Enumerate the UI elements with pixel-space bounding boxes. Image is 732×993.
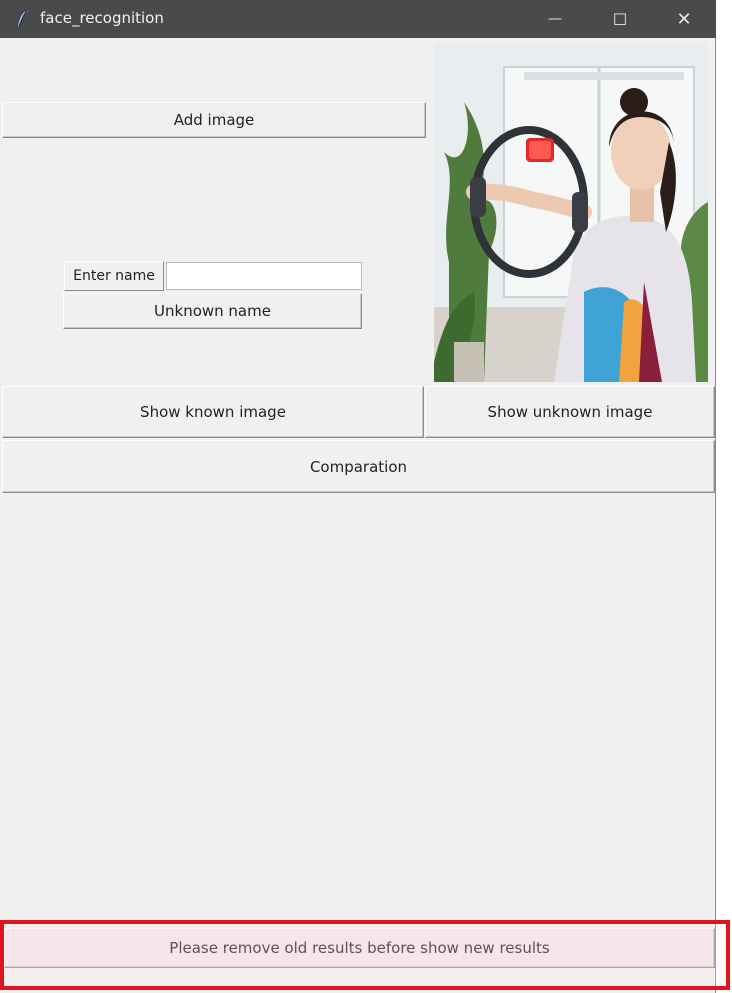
app-window: face_recognition — ☐ ✕ Add image Enter n… — [0, 0, 716, 993]
title-bar[interactable]: face_recognition — ☐ ✕ — [0, 0, 716, 38]
maximize-button[interactable]: ☐ — [597, 0, 643, 38]
unknown-name-button[interactable]: Unknown name — [63, 293, 362, 329]
name-input[interactable] — [166, 262, 362, 290]
show-unknown-image-button[interactable]: Show unknown image — [425, 386, 715, 438]
window-title: face_recognition — [40, 9, 164, 27]
maximize-icon: ☐ — [612, 9, 628, 29]
comparation-button[interactable]: Comparation — [2, 440, 715, 493]
close-icon: ✕ — [676, 8, 692, 30]
minimize-button[interactable]: — — [532, 0, 578, 38]
show-known-image-button[interactable]: Show known image — [2, 386, 424, 438]
tk-feather-icon — [18, 9, 28, 28]
highlight-box — [0, 920, 730, 990]
close-button[interactable]: ✕ — [661, 0, 707, 38]
minimize-icon: — — [548, 11, 562, 27]
photo-woman-with-ring — [434, 42, 708, 382]
unknown-image-preview — [434, 42, 708, 382]
enter-name-label: Enter name — [64, 261, 164, 291]
add-image-button[interactable]: Add image — [2, 102, 426, 138]
